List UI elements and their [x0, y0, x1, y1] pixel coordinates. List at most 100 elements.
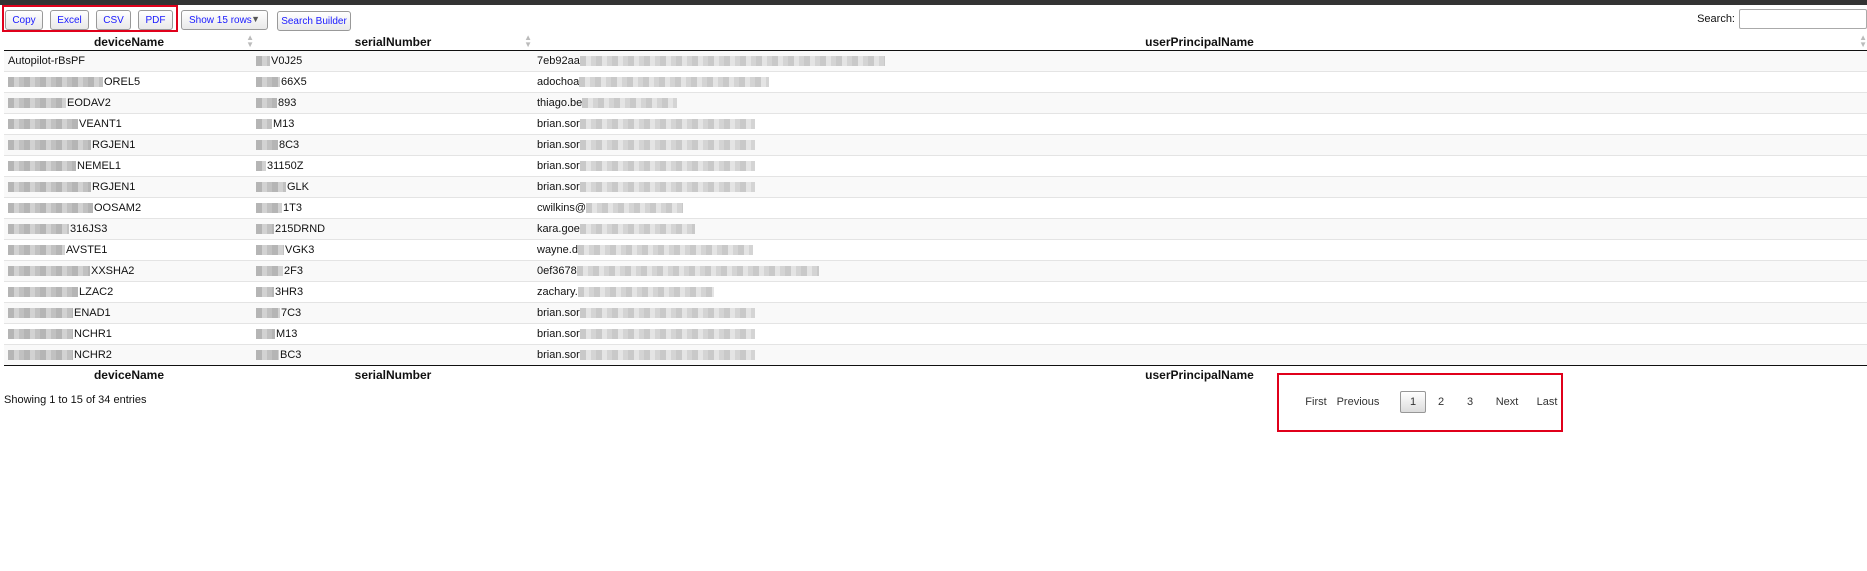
table-row[interactable]: RGJEN1 8C3 brian.sor [4, 134, 1867, 156]
copy-button[interactable]: Copy [5, 10, 43, 30]
redacted-block [579, 161, 755, 172]
page-length-button[interactable]: Show 15 rows ▼ [181, 10, 268, 30]
table-row[interactable]: LZAC2 3HR3 zachary. [4, 281, 1867, 303]
column-header-devicename[interactable]: deviceName ▲ ▼ [4, 33, 254, 51]
cell-text: brian.sor [537, 160, 580, 172]
redacted-block [8, 140, 91, 151]
page-button-1[interactable]: 1 [1400, 391, 1426, 413]
cell-text: thiago.be [537, 97, 583, 109]
redacted-block [577, 245, 753, 256]
device-name-cell: AVSTE1 [4, 239, 254, 261]
search-box: Search: [1697, 9, 1867, 29]
user-principal-name-cell: brian.sor [532, 344, 1867, 366]
redacted-block [256, 308, 280, 319]
user-principal-name-cell: brian.sor [532, 176, 1867, 198]
redacted-block [256, 266, 283, 277]
device-name-cell: XXSHA2 [4, 260, 254, 282]
redacted-block [256, 98, 277, 109]
redacted-block [256, 329, 275, 340]
redacted-block [582, 98, 678, 109]
device-name-cell: OREL5 [4, 71, 254, 93]
redacted-block [256, 203, 282, 214]
csv-button[interactable]: CSV [96, 10, 131, 30]
table-row[interactable]: RGJEN1 GLK brian.sor [4, 176, 1867, 198]
device-name-cell: EODAV2 [4, 92, 254, 114]
column-footer-devicename: deviceName [4, 365, 254, 383]
page-button-2[interactable]: 2 [1434, 391, 1448, 413]
cell-text: 1T3 [283, 202, 302, 214]
table-row[interactable]: NCHR2 BC3 brian.sor [4, 344, 1867, 366]
serial-number-cell: 8C3 [254, 134, 532, 156]
table-row[interactable]: NEMEL1 31150Z brian.sor [4, 155, 1867, 177]
page-button-3[interactable]: 3 [1463, 391, 1477, 413]
cell-text: VEANT1 [79, 118, 122, 130]
cell-text: 66X5 [281, 76, 307, 88]
cell-text: LZAC2 [79, 286, 114, 298]
redacted-block [579, 140, 755, 151]
redacted-block [579, 119, 755, 130]
user-principal-name-cell: brian.sor [532, 155, 1867, 177]
search-builder-button[interactable]: Search Builder [277, 11, 351, 31]
column-header-serialnumber[interactable]: serialNumber ▲ ▼ [254, 33, 532, 51]
previous-page-button[interactable]: Previous [1336, 391, 1380, 413]
serial-number-cell: 2F3 [254, 260, 532, 282]
serial-number-cell: GLK [254, 176, 532, 198]
cell-text: kara.goe [537, 223, 580, 235]
cell-text: 215DRND [275, 223, 326, 235]
cell-text: BC3 [280, 349, 302, 361]
cell-text: brian.sor [537, 118, 580, 130]
column-header-userprincipalname[interactable]: userPrincipalName ▲ ▼ [532, 33, 1867, 51]
column-header-label: deviceName [93, 34, 165, 49]
cell-text: 316JS3 [70, 223, 108, 235]
sort-both-icon: ▲ ▼ [1859, 33, 1867, 49]
table-row[interactable]: NCHR1 M13 brian.sor [4, 323, 1867, 345]
redacted-block [579, 329, 755, 340]
first-page-button[interactable]: First [1304, 391, 1328, 413]
redacted-block [8, 245, 65, 256]
table-body: Autopilot-rBsPF V0J25 7eb92aa OREL5 66X5 adoc… [4, 50, 1867, 366]
table-row[interactable]: Autopilot-rBsPF V0J25 7eb92aa [4, 50, 1867, 72]
table-row[interactable]: ENAD1 7C3 brian.sor [4, 302, 1867, 324]
cell-text: V0J25 [271, 55, 303, 67]
redacted-block [586, 203, 684, 214]
device-name-cell: OOSAM2 [4, 197, 254, 219]
table-row[interactable]: 316JS3 215DRND kara.goe [4, 218, 1867, 240]
serial-number-cell: 1T3 [254, 197, 532, 219]
cell-text: EODAV2 [67, 97, 111, 109]
export-toolbar: Copy Excel CSV PDF [5, 10, 173, 35]
table-row[interactable]: EODAV2 893 thiago.be [4, 92, 1867, 114]
last-page-button[interactable]: Last [1536, 391, 1558, 413]
table-row[interactable]: OOSAM2 1T3 cwilkins@ [4, 197, 1867, 219]
device-name-cell: LZAC2 [4, 281, 254, 303]
cell-text: brian.sor [537, 349, 580, 361]
table-row[interactable]: AVSTE1 VGK3 wayne.d [4, 239, 1867, 261]
pdf-button[interactable]: PDF [138, 10, 173, 30]
redacted-block [256, 161, 266, 172]
redacted-block [8, 161, 76, 172]
search-input[interactable] [1739, 9, 1867, 29]
next-page-button[interactable]: Next [1494, 391, 1520, 413]
cell-text: Autopilot-rBsPF [8, 55, 86, 67]
cell-text: GLK [287, 181, 310, 193]
table-row[interactable]: VEANT1 M13 brian.sor [4, 113, 1867, 135]
redacted-block [8, 203, 93, 214]
cell-text: RGJEN1 [92, 139, 136, 151]
cell-text: wayne.d [537, 244, 578, 256]
user-principal-name-cell: adochoa [532, 71, 1867, 93]
serial-number-cell: 31150Z [254, 155, 532, 177]
redacted-block [576, 266, 819, 277]
table-row[interactable]: OREL5 66X5 adochoa [4, 71, 1867, 93]
redacted-block [8, 287, 78, 298]
column-header-label: serialNumber [354, 34, 432, 49]
user-principal-name-cell: thiago.be [532, 92, 1867, 114]
table-row[interactable]: XXSHA2 2F3 0ef3678 [4, 260, 1867, 282]
devices-table: deviceName ▲ ▼ serialNumber ▲ ▼ userPrincipa… [4, 33, 1867, 383]
user-principal-name-cell: brian.sor [532, 302, 1867, 324]
excel-button[interactable]: Excel [50, 10, 89, 30]
user-principal-name-cell: brian.sor [532, 113, 1867, 135]
cell-text: brian.sor [537, 139, 580, 151]
redacted-block [8, 77, 103, 88]
cell-text: NCHR2 [74, 349, 112, 361]
user-principal-name-cell: 0ef3678 [532, 260, 1867, 282]
device-name-cell: 316JS3 [4, 218, 254, 240]
